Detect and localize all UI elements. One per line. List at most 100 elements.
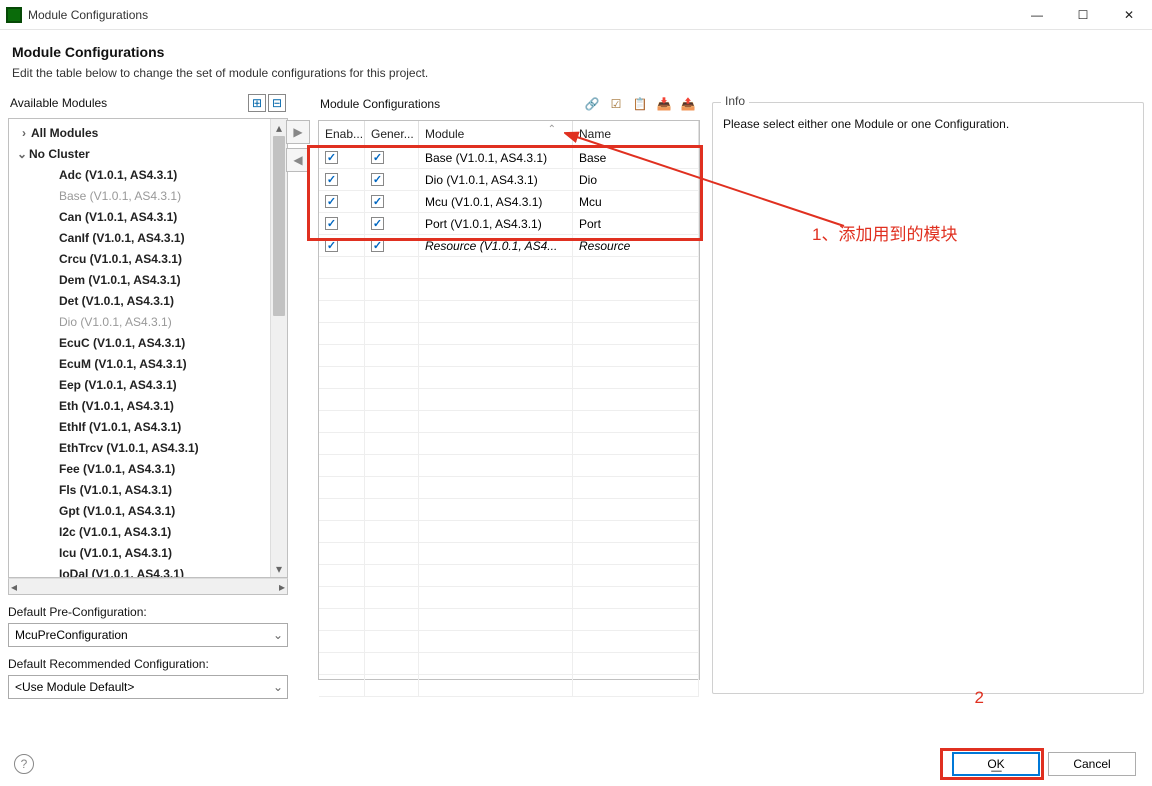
app-icon: [6, 7, 22, 23]
table-row[interactable]: ✓✓Mcu (V1.0.1, AS4.3.1)Mcu: [319, 191, 699, 213]
tree-item[interactable]: Adc (V1.0.1, AS4.3.1): [9, 165, 270, 186]
tree-item[interactable]: I2c (V1.0.1, AS4.3.1): [9, 522, 270, 543]
enable-checkbox[interactable]: ✓: [325, 217, 338, 230]
help-icon[interactable]: ?: [14, 754, 34, 774]
tree-item[interactable]: Can (V1.0.1, AS4.3.1): [9, 207, 270, 228]
generate-checkbox[interactable]: ✓: [371, 195, 384, 208]
table-row[interactable]: [319, 389, 699, 411]
table-row[interactable]: [319, 587, 699, 609]
tree-item[interactable]: EthTrcv (V1.0.1, AS4.3.1): [9, 438, 270, 459]
scroll-right-icon[interactable]: ▸: [279, 580, 285, 594]
tree-item[interactable]: Fls (V1.0.1, AS4.3.1): [9, 480, 270, 501]
generate-checkbox[interactable]: ✓: [371, 217, 384, 230]
table-row[interactable]: [319, 477, 699, 499]
table-row[interactable]: [319, 543, 699, 565]
table-row[interactable]: ✓✓Dio (V1.0.1, AS4.3.1)Dio: [319, 169, 699, 191]
table-row[interactable]: [319, 609, 699, 631]
add-module-button[interactable]: ▶: [286, 120, 310, 144]
table-row[interactable]: [319, 631, 699, 653]
collapse-all-button[interactable]: ⊟: [268, 94, 286, 112]
enable-checkbox[interactable]: ✓: [325, 151, 338, 164]
table-row[interactable]: [319, 367, 699, 389]
table-row[interactable]: [319, 257, 699, 279]
tree-item[interactable]: EcuM (V1.0.1, AS4.3.1): [9, 354, 270, 375]
tree-item[interactable]: IoDal (V1.0.1, AS4.3.1): [9, 564, 270, 577]
table-row[interactable]: [319, 279, 699, 301]
remove-module-button[interactable]: ◀: [286, 148, 310, 172]
tree-item[interactable]: Gpt (V1.0.1, AS4.3.1): [9, 501, 270, 522]
pre-config-value: McuPreConfiguration: [15, 628, 128, 642]
horizontal-scrollbar[interactable]: ◂ ▸: [8, 578, 288, 595]
rec-config-select[interactable]: <Use Module Default> ⌄: [8, 675, 288, 699]
col-enable[interactable]: Enab...: [319, 121, 365, 146]
tree-item[interactable]: Eth (V1.0.1, AS4.3.1): [9, 396, 270, 417]
enable-checkbox[interactable]: ✓: [325, 173, 338, 186]
table-row[interactable]: [319, 653, 699, 675]
tree-item[interactable]: Det (V1.0.1, AS4.3.1): [9, 291, 270, 312]
ok-button[interactable]: O͟K: [952, 752, 1040, 776]
close-button[interactable]: ✕: [1106, 0, 1152, 30]
tree-item[interactable]: Dio (V1.0.1, AS4.3.1): [9, 312, 270, 333]
scroll-down-icon[interactable]: ▾: [271, 560, 287, 577]
tool-copy-icon[interactable]: 📋: [630, 94, 650, 114]
module-cell: Port (V1.0.1, AS4.3.1): [419, 213, 573, 234]
scroll-thumb[interactable]: [273, 136, 285, 316]
rec-config-value: <Use Module Default>: [15, 680, 134, 694]
table-row[interactable]: ✓ ✓ Resource (V1.0.1, AS4...Resource: [319, 235, 699, 257]
table-row[interactable]: ✓ ✓ Port (V1.0.1, AS4.3.1)Port: [319, 213, 699, 235]
generate-checkbox[interactable]: ✓: [371, 239, 384, 252]
tree-item[interactable]: Icu (V1.0.1, AS4.3.1): [9, 543, 270, 564]
name-cell: Base: [573, 147, 699, 168]
table-row[interactable]: [319, 345, 699, 367]
tree-item[interactable]: EcuC (V1.0.1, AS4.3.1): [9, 333, 270, 354]
name-cell: Resource: [573, 235, 699, 256]
tree-item[interactable]: Fee (V1.0.1, AS4.3.1): [9, 459, 270, 480]
table-row[interactable]: [319, 521, 699, 543]
module-cell: Resource (V1.0.1, AS4...: [419, 235, 573, 256]
table-row[interactable]: [319, 565, 699, 587]
table-row[interactable]: [319, 323, 699, 345]
cancel-button[interactable]: Cancel: [1048, 752, 1136, 776]
tool-import-icon[interactable]: 📥: [654, 94, 674, 114]
available-modules-panel: Available Modules ⊞ ⊟ ›All Modules⌄No Cl…: [8, 90, 288, 748]
tree-item[interactable]: EthIf (V1.0.1, AS4.3.1): [9, 417, 270, 438]
vertical-scrollbar[interactable]: ▴ ▾: [270, 119, 287, 577]
enable-checkbox[interactable]: ✓: [325, 239, 338, 252]
table-row[interactable]: [319, 675, 699, 697]
maximize-button[interactable]: ☐: [1060, 0, 1106, 30]
tree-item[interactable]: Crcu (V1.0.1, AS4.3.1): [9, 249, 270, 270]
module-config-label: Module Configurations: [320, 97, 582, 111]
generate-checkbox[interactable]: ✓: [371, 173, 384, 186]
scroll-up-icon[interactable]: ▴: [271, 119, 287, 136]
pre-config-select[interactable]: McuPreConfiguration ⌄: [8, 623, 288, 647]
minimize-button[interactable]: —: [1014, 0, 1060, 30]
col-generate[interactable]: Gener...: [365, 121, 419, 146]
tree-no-cluster[interactable]: ⌄No Cluster: [9, 144, 270, 165]
tree-item[interactable]: CanIf (V1.0.1, AS4.3.1): [9, 228, 270, 249]
info-message: Please select either one Module or one C…: [723, 117, 1133, 131]
table-row[interactable]: [319, 433, 699, 455]
tool-export-icon[interactable]: 📤: [678, 94, 698, 114]
tool-check-icon[interactable]: ☑: [606, 94, 626, 114]
table-row[interactable]: [319, 301, 699, 323]
table-row[interactable]: [319, 455, 699, 477]
tree-item[interactable]: Base (V1.0.1, AS4.3.1): [9, 186, 270, 207]
table-row[interactable]: [319, 499, 699, 521]
page-title: Module Configurations: [12, 44, 1136, 60]
generate-checkbox[interactable]: ✓: [371, 151, 384, 164]
col-name[interactable]: Name: [573, 121, 699, 146]
expand-all-button[interactable]: ⊞: [248, 94, 266, 112]
table-row[interactable]: ✓✓Base (V1.0.1, AS4.3.1)Base: [319, 147, 699, 169]
name-cell: Port: [573, 213, 699, 234]
scroll-left-icon[interactable]: ◂: [11, 580, 17, 594]
enable-checkbox[interactable]: ✓: [325, 195, 338, 208]
tree-item[interactable]: Dem (V1.0.1, AS4.3.1): [9, 270, 270, 291]
table-row[interactable]: [319, 411, 699, 433]
titlebar: Module Configurations — ☐ ✕: [0, 0, 1152, 30]
tree-item[interactable]: Eep (V1.0.1, AS4.3.1): [9, 375, 270, 396]
tool-link-icon[interactable]: 🔗: [582, 94, 602, 114]
module-tree[interactable]: ›All Modules⌄No ClusterAdc (V1.0.1, AS4.…: [8, 118, 288, 578]
module-cell: Mcu (V1.0.1, AS4.3.1): [419, 191, 573, 212]
tree-all-modules[interactable]: ›All Modules: [9, 123, 270, 144]
col-module[interactable]: Module: [419, 121, 573, 146]
